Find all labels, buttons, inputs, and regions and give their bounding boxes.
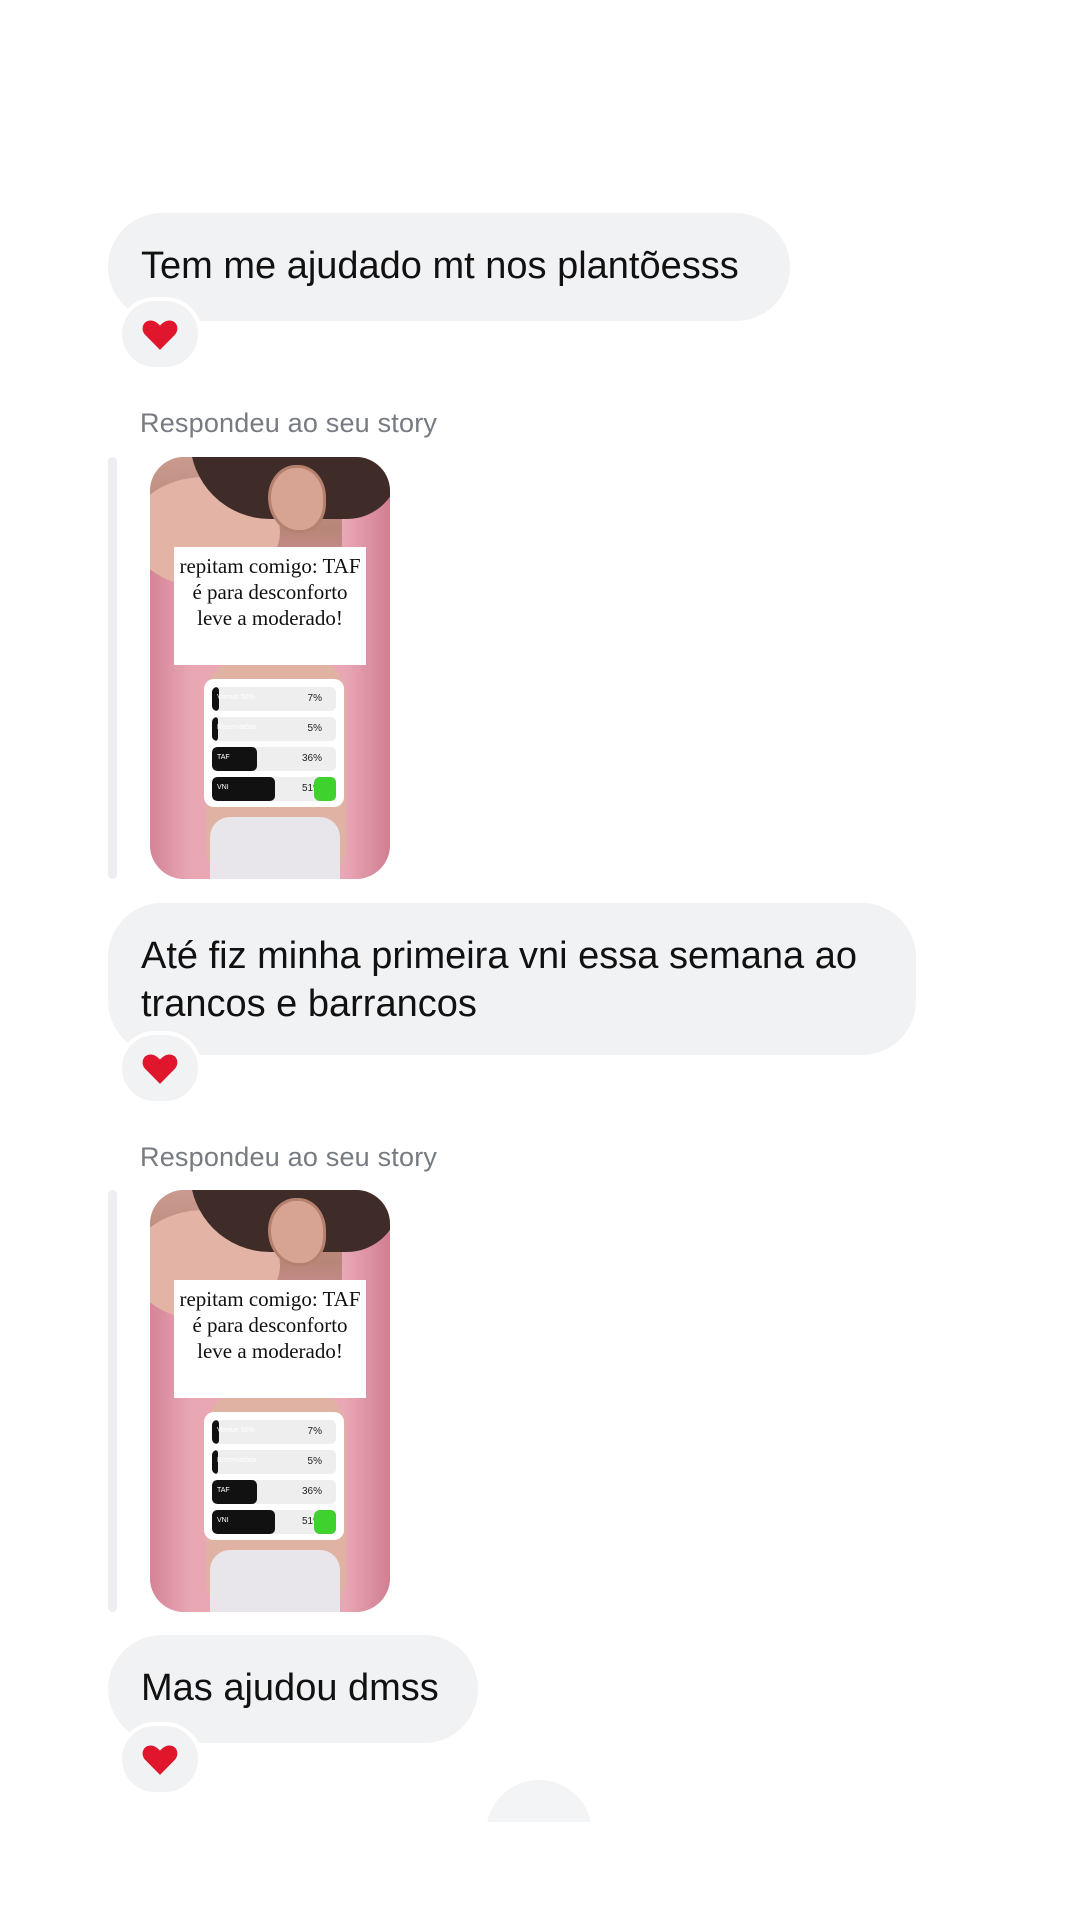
message-bubble[interactable]: Até fiz minha primeira vni essa semana a…: [108, 903, 916, 1055]
story-poll: Venturi 50% 7% Reservatório 5% TAF 36% V…: [204, 679, 344, 807]
message-text: Até fiz minha primeira vni essa semana a…: [141, 935, 857, 1025]
bottom-area: [0, 1822, 1080, 1920]
poll-selected-check-icon: [314, 777, 336, 801]
poll-option-percent: 7%: [307, 693, 322, 704]
message-bubble[interactable]: Tem me ajudado mt nos plantõesss: [108, 213, 790, 321]
poll-option-label: TAF: [217, 754, 230, 761]
poll-option-label: TAF: [217, 1487, 230, 1494]
story-photo-detail: [268, 465, 326, 533]
message-text: Mas ajudou dmss: [141, 1667, 439, 1709]
poll-option-percent: 7%: [307, 1426, 322, 1437]
poll-option-label: VNI: [217, 784, 229, 791]
poll-option-label: VNI: [217, 1517, 229, 1524]
reaction-badge[interactable]: [118, 1722, 202, 1796]
poll-option-percent: 5%: [307, 1456, 322, 1467]
poll-option: VNI 51%: [212, 777, 336, 801]
story-thumbnail[interactable]: repitam comigo: TAF é para desconforto l…: [150, 457, 390, 879]
heart-icon: [142, 1054, 178, 1084]
story-poll: Venturi 50% 7% Reservatório 5% TAF 36% V…: [204, 1412, 344, 1540]
reaction-badge[interactable]: [118, 1031, 202, 1105]
story-photo-detail: [210, 817, 340, 879]
poll-option: Reservatório 5%: [212, 1450, 336, 1474]
poll-selected-check-icon: [314, 1510, 336, 1534]
story-caption: repitam comigo: TAF é para desconforto l…: [174, 547, 366, 665]
poll-option-label: Reservatório: [217, 1457, 257, 1464]
poll-option-percent: 5%: [307, 723, 322, 734]
heart-icon: [142, 1745, 178, 1775]
story-photo-detail: [210, 1550, 340, 1612]
poll-option: TAF 36%: [212, 747, 336, 771]
reaction-badge[interactable]: [118, 297, 202, 371]
poll-option: Venturi 50% 7%: [212, 687, 336, 711]
poll-option: TAF 36%: [212, 1480, 336, 1504]
poll-option-percent: 36%: [301, 753, 322, 764]
poll-option-label: Venturi 50%: [217, 1427, 255, 1434]
poll-option: VNI 51%: [212, 1510, 336, 1534]
message-text: Tem me ajudado mt nos plantõesss: [141, 245, 739, 287]
poll-option: Venturi 50% 7%: [212, 1420, 336, 1444]
story-reply-label: Respondeu ao seu story: [140, 408, 438, 438]
poll-option: Reservatório 5%: [212, 717, 336, 741]
poll-option-label: Reservatório: [217, 724, 257, 731]
heart-icon: [142, 320, 178, 350]
story-reply-label: Respondeu ao seu story: [140, 1142, 438, 1172]
story-thumbnail[interactable]: repitam comigo: TAF é para desconforto l…: [150, 1190, 390, 1612]
poll-option-label: Venturi 50%: [217, 694, 255, 701]
story-caption: repitam comigo: TAF é para desconforto l…: [174, 1280, 366, 1398]
story-photo-detail: [268, 1198, 326, 1266]
poll-option-percent: 36%: [301, 1486, 322, 1497]
reply-indicator-bar: [108, 1190, 117, 1612]
reply-indicator-bar: [108, 457, 117, 879]
